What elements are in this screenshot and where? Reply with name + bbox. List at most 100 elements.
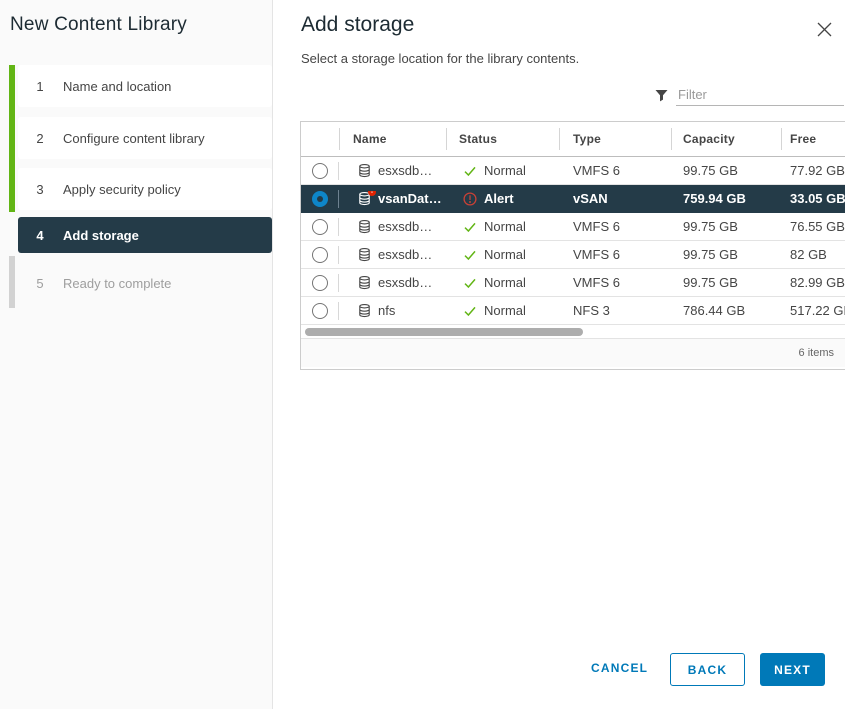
cell-name: ! esxsdb…: [339, 163, 446, 178]
datastore-icon: !: [357, 275, 372, 290]
status-label: Normal: [484, 247, 526, 262]
cancel-button[interactable]: CANCEL: [591, 661, 648, 675]
wizard-title: New Content Library: [10, 14, 187, 36]
table-row[interactable]: ! vsanDat… Alert vSAN 759.94 GB 33.05 GB: [301, 185, 845, 213]
radio-cell: [301, 191, 338, 207]
column-header-status[interactable]: Status: [446, 122, 559, 156]
cell-status: Normal: [446, 247, 559, 262]
next-button[interactable]: NEXT: [760, 653, 825, 686]
sidebar-item-add-storage[interactable]: 4 Add storage: [18, 217, 272, 253]
table-row[interactable]: ! esxsdb… Normal VMFS 6 99.75 GB 82 GB: [301, 241, 845, 269]
datastore-name: esxsdb…: [378, 163, 432, 178]
datagrid-body: ! esxsdb… Normal VMFS 6 99.75 GB 77.92 G…: [301, 157, 845, 325]
cell-status: Alert: [446, 191, 559, 206]
cell-free: 76.55 GB: [781, 219, 845, 234]
sidebar-item-ready-to-complete[interactable]: 5 Ready to complete: [18, 265, 272, 301]
cell-free: 33.05 GB: [781, 191, 845, 206]
progress-track-upcoming: [9, 256, 15, 308]
step-number: 4: [33, 228, 47, 243]
datastore-name: nfs: [378, 303, 395, 318]
cell-free: 82 GB: [781, 247, 845, 262]
step-number: 2: [33, 131, 47, 146]
radio-button[interactable]: [312, 303, 328, 319]
radio-cell: [301, 163, 338, 179]
datastore-icon: !: [357, 247, 372, 262]
datastore-icon: !: [357, 191, 372, 206]
cell-status: Normal: [446, 303, 559, 318]
storage-datagrid: Name Status Type Capacity Free ! esxs: [300, 121, 845, 370]
status-label: Normal: [484, 275, 526, 290]
datastore-icon: !: [357, 303, 372, 318]
horizontal-scrollbar[interactable]: [301, 325, 845, 339]
column-header-capacity[interactable]: Capacity: [671, 122, 781, 156]
radio-button[interactable]: [312, 163, 328, 179]
step-number: 1: [33, 79, 47, 94]
radio-cell: [301, 247, 338, 263]
status-label: Normal: [484, 219, 526, 234]
status-label: Normal: [484, 163, 526, 178]
cell-free: 82.99 GB: [781, 275, 845, 290]
datastore-icon: !: [357, 163, 372, 178]
normal-check-icon: [463, 248, 477, 262]
cell-status: Normal: [446, 163, 559, 178]
cell-free: 77.92 GB: [781, 163, 845, 178]
alert-circle-icon: [463, 192, 477, 206]
close-button[interactable]: [811, 16, 837, 42]
column-header-type[interactable]: Type: [559, 122, 671, 156]
step-label: Ready to complete: [63, 276, 171, 291]
step-label: Apply security policy: [63, 182, 181, 197]
cell-name: ! esxsdb…: [339, 219, 446, 234]
radio-cell: [301, 303, 338, 319]
step-label: Name and location: [63, 79, 171, 94]
sidebar-item-configure-content-library[interactable]: 2 Configure content library: [18, 117, 272, 159]
cell-name: ! nfs: [339, 303, 446, 318]
step-number: 3: [33, 182, 47, 197]
cell-type: NFS 3: [559, 303, 671, 318]
cell-free: 517.22 GB: [781, 303, 845, 318]
page-subtitle: Select a storage location for the librar…: [301, 51, 579, 66]
filter-icon[interactable]: [655, 89, 668, 102]
item-count: 6 items: [799, 347, 834, 359]
cell-type: VMFS 6: [559, 275, 671, 290]
back-button[interactable]: BACK: [670, 653, 745, 686]
cell-capacity: 786.44 GB: [671, 303, 781, 318]
page-title: Add storage: [301, 13, 414, 37]
normal-check-icon: [463, 304, 477, 318]
datastore-name: esxsdb…: [378, 219, 432, 234]
step-number: 5: [33, 276, 47, 291]
cell-name: ! esxsdb…: [339, 247, 446, 262]
radio-button[interactable]: [312, 247, 328, 263]
cell-name: ! vsanDat…: [339, 191, 446, 206]
radio-button[interactable]: [312, 219, 328, 235]
datastore-name: vsanDat…: [378, 191, 442, 206]
table-row[interactable]: ! esxsdb… Normal VMFS 6 99.75 GB 77.92 G…: [301, 157, 845, 185]
radio-cell: [301, 219, 338, 235]
filter-input[interactable]: [676, 84, 844, 106]
radio-button[interactable]: [312, 191, 328, 207]
cell-status: Normal: [446, 275, 559, 290]
cell-type: VMFS 6: [559, 247, 671, 262]
column-header-name[interactable]: Name: [339, 122, 446, 156]
column-header-select: [301, 122, 339, 156]
sidebar-item-apply-security-policy[interactable]: 3 Apply security policy: [18, 168, 272, 210]
cell-capacity: 99.75 GB: [671, 163, 781, 178]
status-label: Normal: [484, 303, 526, 318]
table-row[interactable]: ! esxsdb… Normal VMFS 6 99.75 GB 76.55 G…: [301, 213, 845, 241]
table-row[interactable]: ! esxsdb… Normal VMFS 6 99.75 GB 82.99 G…: [301, 269, 845, 297]
new-content-library-dialog: New Content Library 1 Name and location …: [0, 0, 845, 709]
radio-button[interactable]: [312, 275, 328, 291]
scrollbar-thumb[interactable]: [305, 328, 583, 336]
column-header-free[interactable]: Free: [781, 122, 845, 156]
datagrid-header: Name Status Type Capacity Free: [301, 122, 845, 157]
status-label: Alert: [484, 191, 514, 206]
cell-capacity: 759.94 GB: [671, 191, 781, 206]
sidebar-item-name-and-location[interactable]: 1 Name and location: [18, 65, 272, 107]
table-row[interactable]: ! nfs Normal NFS 3 786.44 GB 517.22 GB: [301, 297, 845, 325]
cell-type: VMFS 6: [559, 219, 671, 234]
normal-check-icon: [463, 164, 477, 178]
normal-check-icon: [463, 220, 477, 234]
cell-name: ! esxsdb…: [339, 275, 446, 290]
datastore-name: esxsdb…: [378, 247, 432, 262]
cell-capacity: 99.75 GB: [671, 219, 781, 234]
wizard-sidebar: New Content Library 1 Name and location …: [0, 0, 273, 709]
